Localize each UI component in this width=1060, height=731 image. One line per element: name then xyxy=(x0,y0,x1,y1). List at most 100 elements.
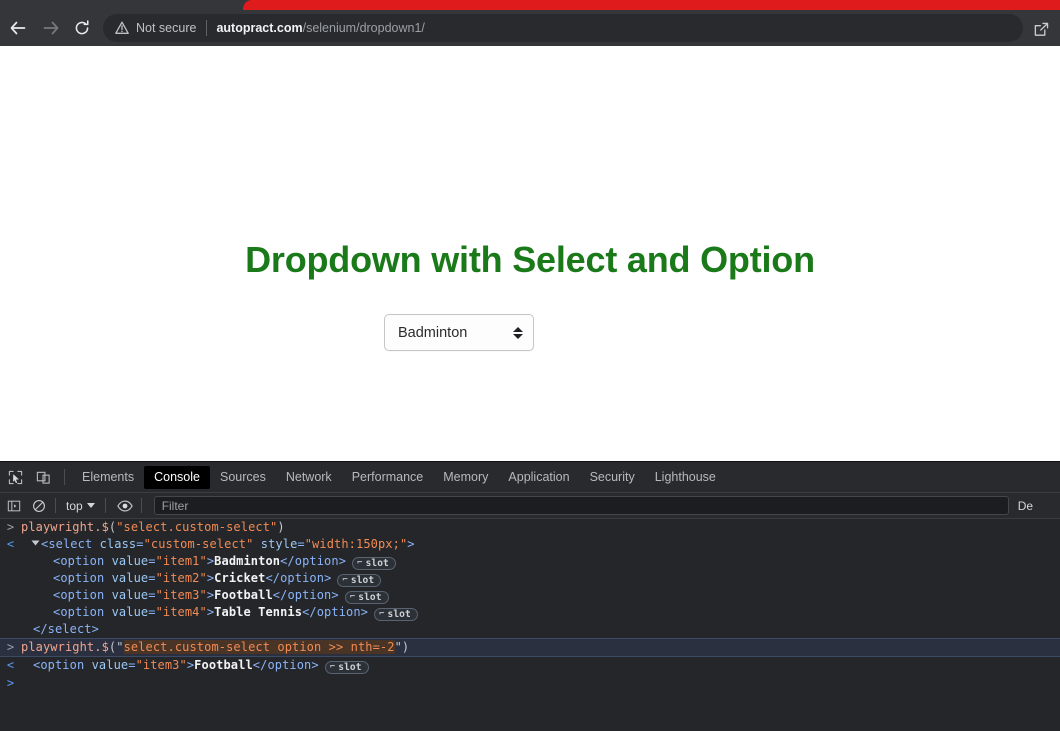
console-output-row[interactable]: < <option value="item3">Football</option… xyxy=(0,657,1060,674)
tab-security[interactable]: Security xyxy=(580,466,645,489)
log-levels-selector[interactable]: De xyxy=(1018,499,1033,513)
tab-application[interactable]: Application xyxy=(498,466,579,489)
attr-name: value xyxy=(111,554,149,568)
tab-elements[interactable]: Elements xyxy=(72,466,144,489)
toolbar-divider xyxy=(140,498,142,513)
dropdown-container: Badminton xyxy=(384,314,534,351)
clear-console-button[interactable] xyxy=(28,495,50,517)
option-text: Football xyxy=(214,588,273,602)
page-title: Dropdown with Select and Option xyxy=(245,239,815,280)
toolbar-divider xyxy=(55,498,56,513)
attr-value: "item3" xyxy=(155,588,207,602)
execution-context-selector[interactable]: top xyxy=(61,497,100,515)
inspect-element-icon xyxy=(8,470,23,484)
reload-icon xyxy=(75,20,89,35)
console-node-output: <option value="item3">Football</option> ⌐… xyxy=(21,658,1060,674)
tab-network[interactable]: Network xyxy=(276,466,342,489)
child-node-option: <option value="item4">Table Tennis</opti… xyxy=(21,605,1060,621)
console-input-row-selected[interactable]: > playwright.$("select.custom-select opt… xyxy=(0,638,1060,657)
console-node-child-row[interactable]: <option value="item1">Badminton</option>… xyxy=(0,553,1060,570)
address-bar[interactable]: Not secure autopract.com/selenium/dropdo… xyxy=(103,14,1023,42)
toolbar-divider xyxy=(64,469,65,485)
browser-chrome: Not secure autopract.com/selenium/dropdo… xyxy=(0,0,1060,46)
back-button[interactable] xyxy=(4,14,32,42)
console-node-output: <select class="custom-select" style="wid… xyxy=(21,537,1060,552)
cursor-glyph-icon: ⌐ xyxy=(329,662,336,672)
slot-badge[interactable]: ⌐ slot xyxy=(352,557,396,570)
console-log-area[interactable]: > playwright.$("select.custom-select") <… xyxy=(0,519,1060,731)
tab-memory[interactable]: Memory xyxy=(433,466,498,489)
forward-button[interactable] xyxy=(37,14,65,42)
console-sidebar-icon xyxy=(7,500,21,511)
share-button[interactable] xyxy=(1030,18,1052,40)
eye-icon xyxy=(116,499,133,512)
omnibox-divider xyxy=(206,20,208,36)
device-toolbar-button[interactable] xyxy=(31,465,56,490)
tab-sources[interactable]: Sources xyxy=(210,466,276,489)
attr-value: "item2" xyxy=(155,571,207,585)
console-command-text: playwright.$("select.custom-select optio… xyxy=(21,640,410,654)
chevron-down-icon xyxy=(86,503,95,508)
child-node-option: <option value="item3">Football</option> ⌐… xyxy=(21,588,1060,604)
output-arrow-icon: < xyxy=(6,658,15,672)
option-text: Badminton xyxy=(214,554,281,568)
slot-badge[interactable]: ⌐ slot xyxy=(324,661,369,674)
console-node-child-row[interactable]: <option value="item4">Table Tennis</opti… xyxy=(0,604,1060,621)
tab-lighthouse[interactable]: Lighthouse xyxy=(645,466,726,489)
attr-value: "item3" xyxy=(135,658,187,672)
attr-value: "width:150px;" xyxy=(304,537,408,551)
console-prompt[interactable]: > xyxy=(0,674,1060,691)
slot-badge-label: slot xyxy=(358,592,382,603)
command-function: playwright.$ xyxy=(21,640,109,654)
attr-name: class xyxy=(99,537,137,551)
child-node-option: <option value="item1">Badminton</option>… xyxy=(21,554,1060,570)
tab-performance[interactable]: Performance xyxy=(342,466,434,489)
input-caret-icon: > xyxy=(6,520,15,534)
back-arrow-icon xyxy=(10,21,26,35)
url-host: autopract.com xyxy=(216,21,303,35)
live-expression-button[interactable] xyxy=(114,495,136,517)
slot-badge[interactable]: ⌐ slot xyxy=(337,574,382,587)
console-node-child-row[interactable]: <option value="item3">Football</option> ⌐… xyxy=(0,587,1060,604)
not-secure-warning-icon xyxy=(115,21,129,35)
prompt-caret-icon: > xyxy=(6,676,15,690)
active-browser-tab[interactable] xyxy=(243,0,1060,10)
reload-button[interactable] xyxy=(68,14,96,42)
clear-console-icon xyxy=(33,499,45,512)
devtools-panel: Elements Console Sources Network Perform… xyxy=(0,461,1060,731)
attr-name: value xyxy=(111,605,149,619)
input-caret-icon: > xyxy=(6,640,15,654)
slot-badge[interactable]: ⌐ slot xyxy=(344,591,389,604)
tab-strip xyxy=(0,0,1060,10)
console-node-child-row[interactable]: <option value="item2">Cricket</option> ⌐ s… xyxy=(0,570,1060,587)
node-tag-name: option xyxy=(60,554,105,568)
filter-input[interactable]: Filter xyxy=(153,496,1009,515)
attr-name: style xyxy=(260,537,298,551)
select-selected-value: Badminton xyxy=(398,324,468,341)
custom-select-dropdown[interactable]: Badminton xyxy=(384,314,534,351)
console-sidebar-button[interactable] xyxy=(3,495,25,517)
console-output-row[interactable]: < <select class="custom-select" style="w… xyxy=(0,536,1060,553)
inspect-element-button[interactable] xyxy=(3,465,28,490)
command-argument: "select.custom-select" xyxy=(116,520,278,534)
console-toolbar: top Filter De xyxy=(0,493,1060,519)
attr-name: value xyxy=(91,658,129,672)
console-input-row[interactable]: > playwright.$("select.custom-select") xyxy=(0,519,1060,536)
console-command-text: playwright.$("select.custom-select") xyxy=(21,520,285,534)
tab-console[interactable]: Console xyxy=(144,465,210,489)
node-close-tag: option xyxy=(294,554,339,568)
browser-toolbar: Not secure autopract.com/selenium/dropdo… xyxy=(0,10,1060,46)
cursor-glyph-icon: ⌐ xyxy=(349,592,356,602)
expand-triangle-icon[interactable] xyxy=(31,540,40,546)
node-tag-name: option xyxy=(60,588,105,602)
slot-badge[interactable]: ⌐ slot xyxy=(374,608,418,621)
device-toolbar-icon xyxy=(36,471,50,484)
slot-badge-label: slot xyxy=(338,662,362,673)
attr-name: value xyxy=(111,588,149,602)
node-close-tag: option xyxy=(267,658,312,672)
node-close-tag: option xyxy=(316,605,361,619)
node-close-tag: option xyxy=(287,588,332,602)
share-icon xyxy=(1034,22,1048,36)
node-tag-name: option xyxy=(40,658,85,672)
url-path: /selenium/dropdown1/ xyxy=(302,21,425,35)
